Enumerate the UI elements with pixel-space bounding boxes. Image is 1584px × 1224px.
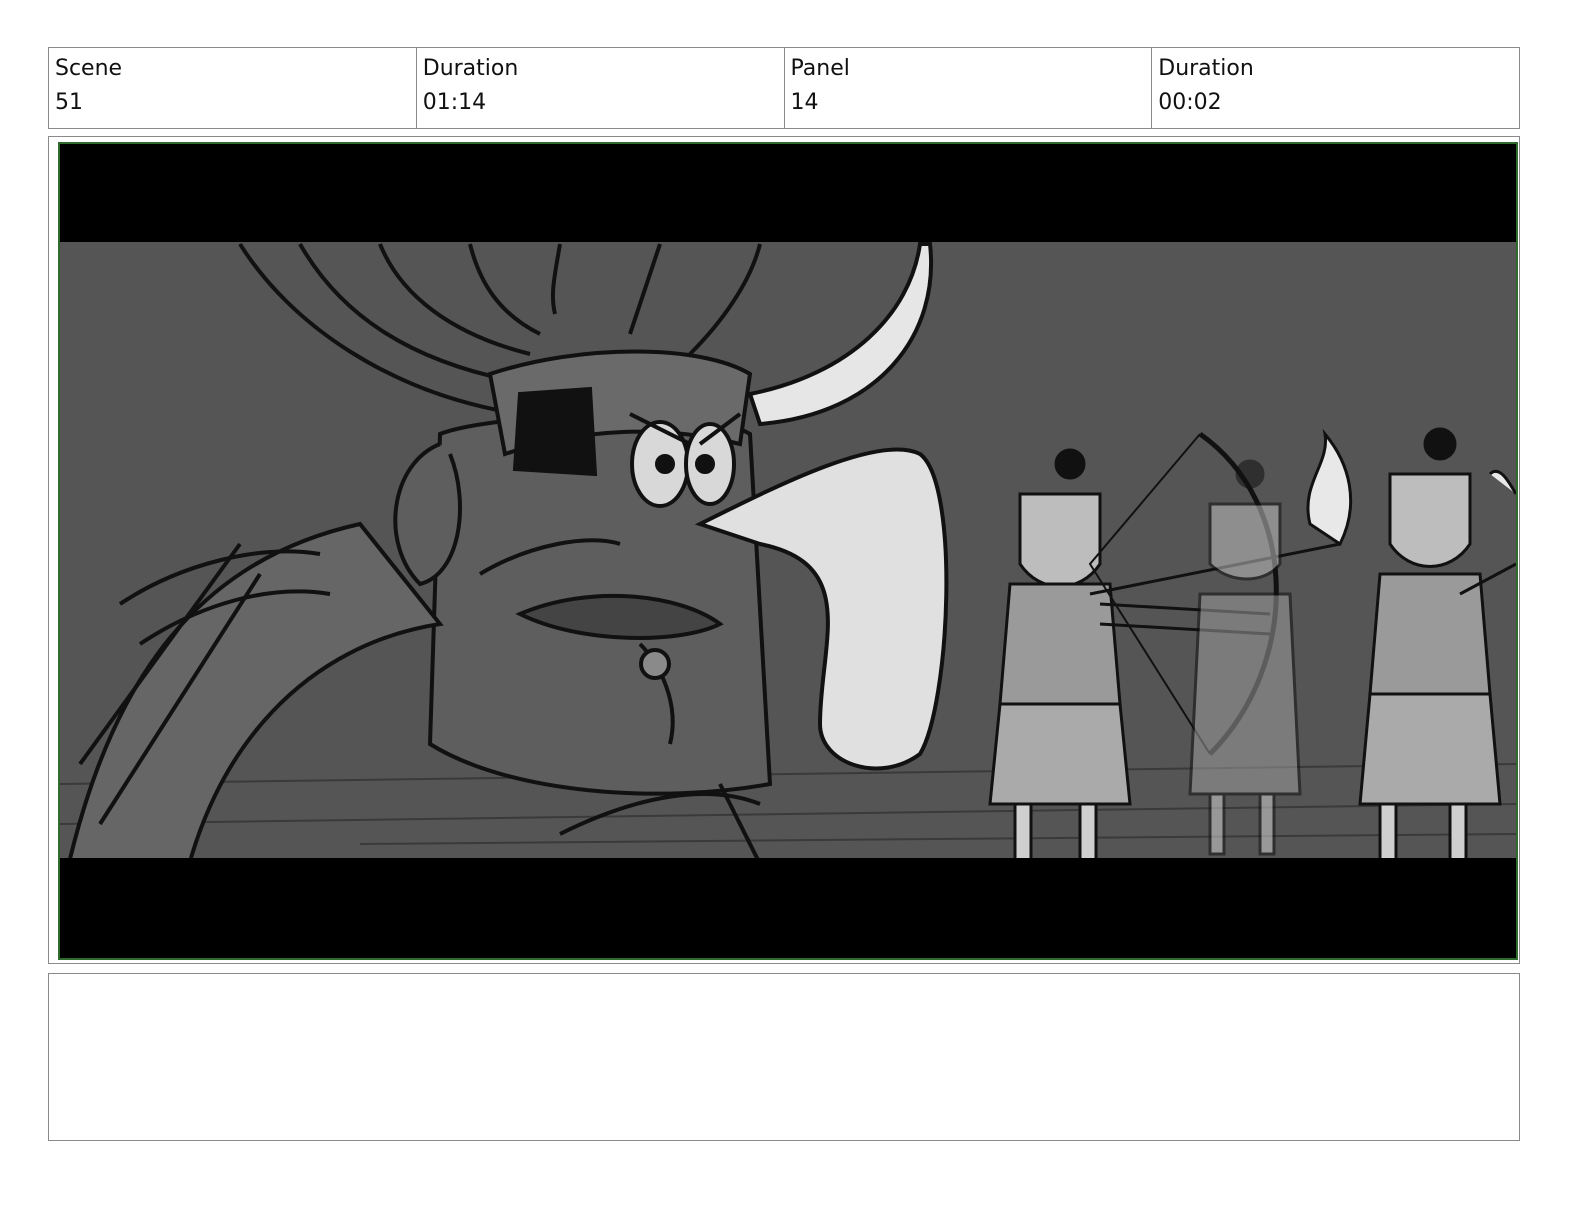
panel-duration-value: 00:02 xyxy=(1158,90,1222,115)
scene-value: 51 xyxy=(55,90,83,115)
panel-cell: Panel 14 xyxy=(785,48,1153,128)
panel-label: Panel xyxy=(790,56,850,81)
scene-duration-value: 01:14 xyxy=(422,90,487,115)
panel-duration-cell: Duration 00:02 xyxy=(1152,48,1519,128)
letterbox-top xyxy=(60,144,1516,242)
panel-value: 14 xyxy=(790,90,819,115)
letterbox-bottom xyxy=(60,858,1516,958)
scene-cell: Scene 51 xyxy=(49,48,417,128)
scene-label: Scene xyxy=(55,56,123,81)
panel-duration-label: Duration xyxy=(1158,56,1254,81)
panel-sketch xyxy=(60,144,1516,958)
panel-notes-text xyxy=(49,974,1519,990)
panel-notes-box xyxy=(48,973,1520,1141)
storyboard-header: Scene 51 Duration 01:14 Panel 14 Duratio… xyxy=(48,47,1520,129)
storyboard-panel-image xyxy=(58,142,1518,960)
scene-duration-cell: Duration 01:14 xyxy=(417,48,785,128)
scene-duration-label: Duration xyxy=(422,56,519,81)
